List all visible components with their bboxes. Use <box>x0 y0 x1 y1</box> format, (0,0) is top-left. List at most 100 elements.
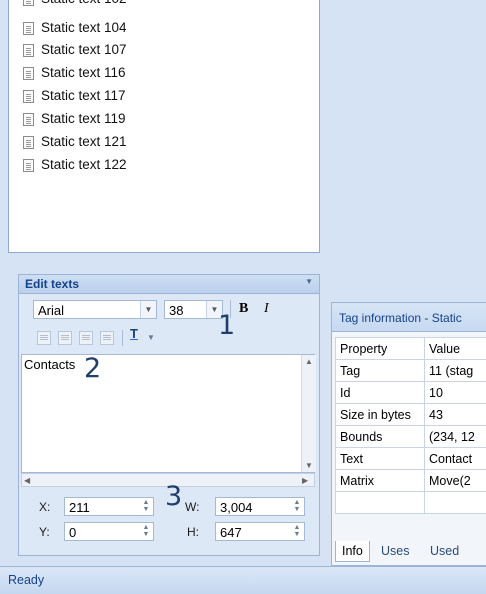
spin-arrows-icon[interactable]: ▲▼ <box>291 524 303 539</box>
toolbar-separator <box>122 330 123 346</box>
document-icon <box>23 159 34 172</box>
scroll-left-icon[interactable]: ◀ <box>24 476 30 485</box>
property-value: (234, 12 <box>425 426 486 448</box>
panel-title: Edit texts <box>25 277 79 291</box>
property-table: Property Value Tag 11 (stag Id 10 Size i… <box>335 337 486 514</box>
x-label: X: <box>39 500 50 514</box>
property-value: 10 <box>425 382 486 404</box>
property-name: Size in bytes <box>336 404 425 426</box>
table-header-row: Property Value <box>336 338 486 360</box>
static-text-tree[interactable]: Static text 102 Static text 104 Static t… <box>8 0 320 253</box>
tree-item-label: Static text 104 <box>41 18 127 38</box>
document-icon <box>23 113 34 126</box>
vertical-scrollbar[interactable]: ▲ ▼ <box>301 355 316 472</box>
w-label: W: <box>185 500 199 514</box>
width-stepper[interactable]: 3,004 ▲▼ <box>215 497 305 516</box>
font-size-value: 38 <box>169 303 183 318</box>
property-name: Id <box>336 382 425 404</box>
table-row[interactable]: Text Contact <box>336 448 486 470</box>
table-row <box>336 492 486 514</box>
align-right-icon[interactable] <box>79 331 93 345</box>
tree-item-label: Static text 122 <box>41 155 127 175</box>
height-value: 647 <box>220 525 242 540</box>
spin-arrows-icon[interactable]: ▲▼ <box>140 499 152 514</box>
spin-arrows-icon[interactable]: ▲▼ <box>291 499 303 514</box>
align-left-icon[interactable] <box>37 331 51 345</box>
document-icon <box>23 44 34 57</box>
document-icon <box>23 136 34 149</box>
annotation-number: 3 <box>165 481 182 512</box>
font-size-combo[interactable]: 38 ▼ <box>164 300 223 319</box>
property-name: Matrix <box>336 470 425 492</box>
document-icon <box>23 0 34 6</box>
document-icon <box>23 67 34 80</box>
font-name-combo[interactable]: Arial ▼ <box>33 300 157 319</box>
property-name: Bounds <box>336 426 425 448</box>
tree-item[interactable]: Static text 102 <box>23 0 127 9</box>
tree-item[interactable]: Static text 117 <box>23 86 126 106</box>
tree-item-label: Static text 119 <box>41 109 126 129</box>
document-icon <box>23 90 34 103</box>
tree-item[interactable]: Static text 119 <box>23 109 126 129</box>
h-label: H: <box>187 525 199 539</box>
y-value: 0 <box>69 525 76 540</box>
column-header[interactable]: Value <box>425 338 486 360</box>
text-content-value: Contacts <box>24 357 75 372</box>
tab-info[interactable]: Info <box>335 541 370 562</box>
align-justify-icon[interactable] <box>100 331 114 345</box>
table-row[interactable]: Bounds (234, 12 <box>336 426 486 448</box>
edit-texts-header[interactable]: Edit texts ▼ <box>19 275 319 294</box>
table-row[interactable]: Size in bytes 43 <box>336 404 486 426</box>
tree-item[interactable]: Static text 104 <box>23 18 127 38</box>
column-header[interactable]: Property <box>336 338 425 360</box>
y-label: Y: <box>39 525 50 539</box>
tree-item[interactable]: Static text 122 <box>23 155 127 175</box>
tree-item-label: Static text 116 <box>41 63 126 83</box>
tree-item[interactable]: Static text 107 <box>23 40 127 60</box>
tree-item[interactable]: Static text 121 <box>23 132 127 152</box>
property-name: Text <box>336 448 425 470</box>
tree-item-label: Static text 107 <box>41 40 127 60</box>
tree-item-label: Static text 117 <box>41 86 126 106</box>
table-row[interactable]: Matrix Move(2 <box>336 470 486 492</box>
tree-item-label: Static text 121 <box>41 132 127 152</box>
property-name: Tag <box>336 360 425 382</box>
collapse-arrow-icon[interactable]: ▼ <box>305 277 313 286</box>
document-icon <box>23 22 34 35</box>
scroll-right-icon[interactable]: ▶ <box>302 476 308 485</box>
edit-texts-panel: Edit texts ▼ Arial ▼ 38 ▼ B I T ▼ 1 Cont… <box>18 274 320 556</box>
scroll-down-icon[interactable]: ▼ <box>305 461 313 470</box>
status-text: Ready <box>8 573 44 587</box>
chevron-down-icon[interactable]: ▼ <box>140 301 156 318</box>
table-row[interactable]: Tag 11 (stag <box>336 360 486 382</box>
bold-button[interactable]: B <box>239 300 248 318</box>
property-value: Contact <box>425 448 486 470</box>
x-stepper[interactable]: 211 ▲▼ <box>64 497 154 516</box>
tag-information-panel: Tag information - Static Property Value … <box>331 302 486 566</box>
empty-cell <box>425 492 486 514</box>
italic-button[interactable]: I <box>264 300 269 318</box>
y-stepper[interactable]: 0 ▲▼ <box>64 522 154 541</box>
scroll-up-icon[interactable]: ▲ <box>305 357 313 366</box>
text-content-area[interactable]: Contacts 2 ▲ ▼ <box>21 354 315 473</box>
width-value: 3,004 <box>220 500 253 515</box>
annotation-number: 1 <box>218 310 235 341</box>
table-row[interactable]: Id 10 <box>336 382 486 404</box>
tab-uses[interactable]: Uses <box>375 541 415 561</box>
align-center-icon[interactable] <box>58 331 72 345</box>
x-value: 211 <box>69 500 90 515</box>
chevron-down-icon[interactable]: ▼ <box>147 333 155 342</box>
font-name-value: Arial <box>38 303 64 318</box>
empty-cell <box>336 492 425 514</box>
spin-arrows-icon[interactable]: ▲▼ <box>140 524 152 539</box>
property-value: Move(2 <box>425 470 486 492</box>
property-value: 43 <box>425 404 486 426</box>
tree-item-label: Static text 102 <box>41 0 127 9</box>
tag-information-header: Tag information - Static <box>332 303 486 332</box>
tab-used[interactable]: Used <box>424 541 465 561</box>
tree-item[interactable]: Static text 116 <box>23 63 126 83</box>
property-value: 11 (stag <box>425 360 486 382</box>
height-stepper[interactable]: 647 ▲▼ <box>215 522 305 541</box>
panel-title: Tag information - Static <box>339 311 462 325</box>
text-color-button[interactable]: T <box>130 326 138 341</box>
